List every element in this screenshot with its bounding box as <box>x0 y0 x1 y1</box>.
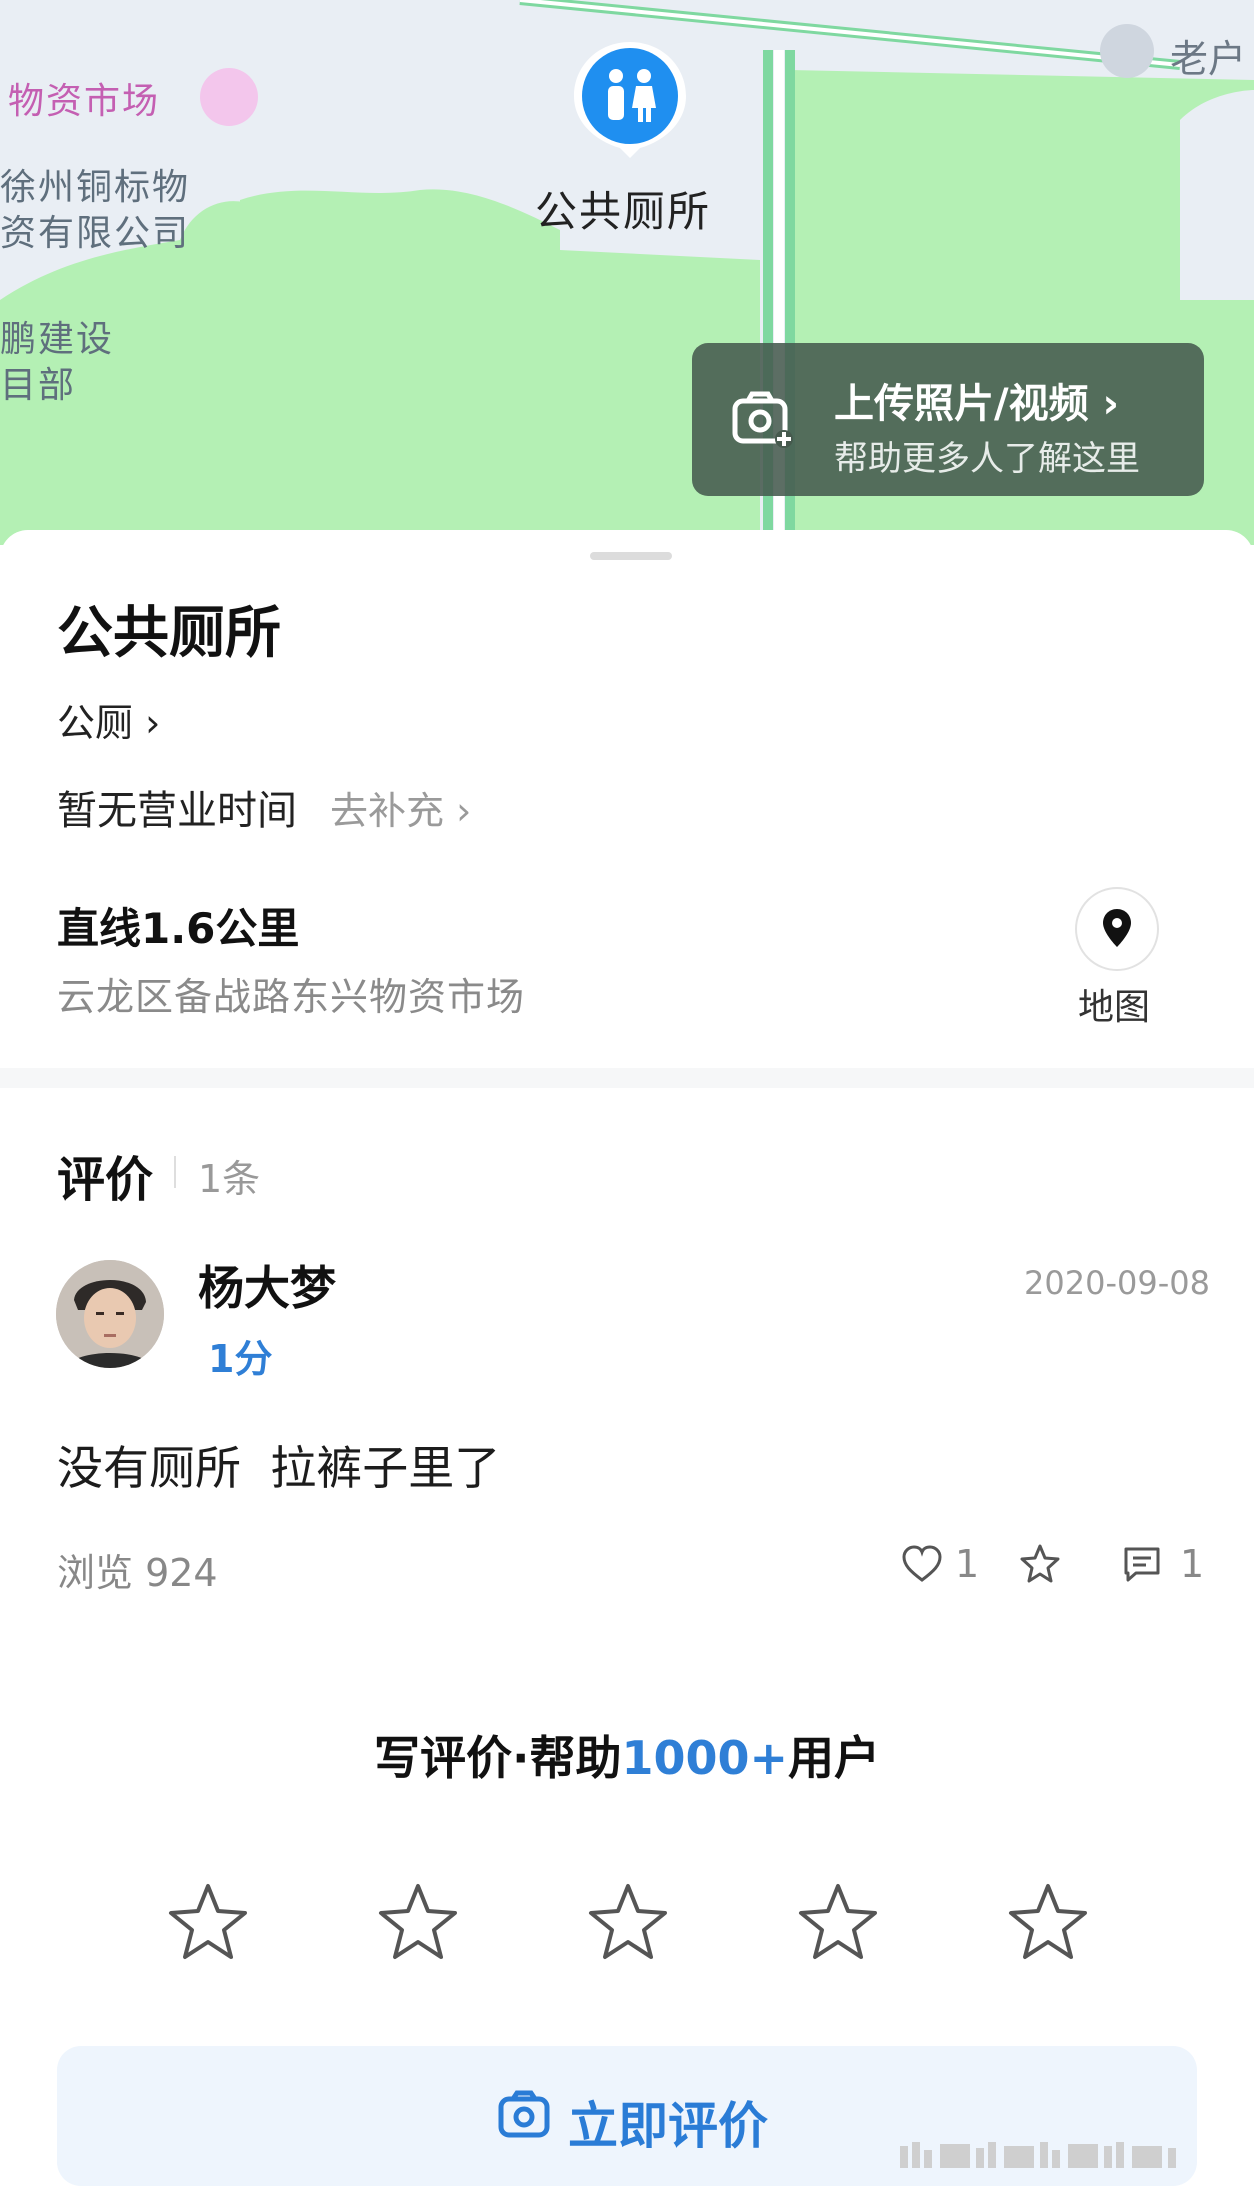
add-hours-link[interactable]: 去补充 › <box>330 780 471 835</box>
address: 云龙区备战路东兴物资市场 <box>57 975 526 1019</box>
toilet-pin-icon[interactable] <box>568 38 692 158</box>
view-count: 浏览 924 <box>57 1551 218 1595</box>
camera-icon <box>498 2090 550 2138</box>
map-place-label: 物资市场 <box>8 81 161 122</box>
comment-count: 1 <box>1180 1542 1205 1586</box>
comment-icon[interactable] <box>1122 1545 1162 1583</box>
like-count: 1 <box>955 1542 980 1586</box>
location-pin-icon <box>1103 909 1131 947</box>
business-hours: 暂无营业时间 <box>57 788 297 834</box>
rating-star-4-icon[interactable] <box>794 1878 882 1966</box>
write-review-button-label[interactable]: 立即评价 <box>568 2086 768 2158</box>
poi-label: 公共厕所 <box>535 187 712 236</box>
rating-star-5-icon[interactable] <box>1004 1878 1092 1966</box>
place-title: 公共厕所 <box>57 601 281 666</box>
distance: 直线1.6公里 <box>57 904 300 953</box>
write-review-prompt: 写评价·帮助1000+用户 <box>0 1722 1254 1788</box>
write-review-suffix: 用户 <box>788 1731 881 1785</box>
rating-star-1-icon[interactable] <box>164 1878 252 1966</box>
reviewer-name[interactable]: 杨大梦 <box>198 1252 336 1318</box>
like-heart-icon[interactable] <box>900 1544 944 1584</box>
map-place-label: 资有限公司 <box>0 213 191 254</box>
category-link[interactable]: 公厕 › <box>57 692 160 747</box>
map-button-label[interactable]: 地图 <box>1078 978 1150 1030</box>
market-poi-icon <box>200 68 258 126</box>
camera-plus-icon <box>732 391 793 448</box>
reviews-separator <box>174 1156 176 1188</box>
map-place-label: 徐州铜标物 <box>0 167 191 208</box>
favorite-star-icon[interactable] <box>1018 1542 1062 1586</box>
sheet-drag-handle[interactable] <box>590 552 672 560</box>
review-score: 1分 <box>208 1337 273 1381</box>
review-date: 2020-09-08 <box>1024 1264 1210 1302</box>
reviews-title: 评价 <box>57 1152 154 1208</box>
map-button[interactable] <box>1075 887 1159 971</box>
upload-subtitle: 帮助更多人了解这里 <box>834 439 1140 479</box>
map-place-label: 鹏建设 <box>0 319 115 360</box>
write-review-prefix: 写评价·帮助 <box>373 1731 622 1785</box>
rating-star-2-icon[interactable] <box>374 1878 462 1966</box>
upload-title: 上传照片/视频 › <box>834 381 1120 427</box>
elder-mode-label[interactable]: 老户 <box>1170 28 1246 83</box>
user-count-highlight: 1000+ <box>621 1731 789 1785</box>
reviews-count: 1条 <box>198 1157 261 1201</box>
map-place-label: 目部 <box>0 365 77 406</box>
user-avatar-image <box>56 1260 164 1368</box>
avatar[interactable] <box>56 1260 164 1368</box>
watermark-graphic <box>900 2142 1176 2168</box>
elder-mode-icon[interactable] <box>1100 24 1154 78</box>
section-divider <box>0 1068 1254 1088</box>
review-content: 没有厕所 拉裤子里了 <box>57 1441 501 1495</box>
rating-star-3-icon[interactable] <box>584 1878 672 1966</box>
upload-photo-button[interactable]: 上传照片/视频 › 帮助更多人了解这里 <box>692 343 1204 496</box>
map-view[interactable]: 物资市场 徐州铜标物 资有限公司 鹏建设 目部 老户 公共厕所 上传照片/视频 … <box>0 0 1254 545</box>
